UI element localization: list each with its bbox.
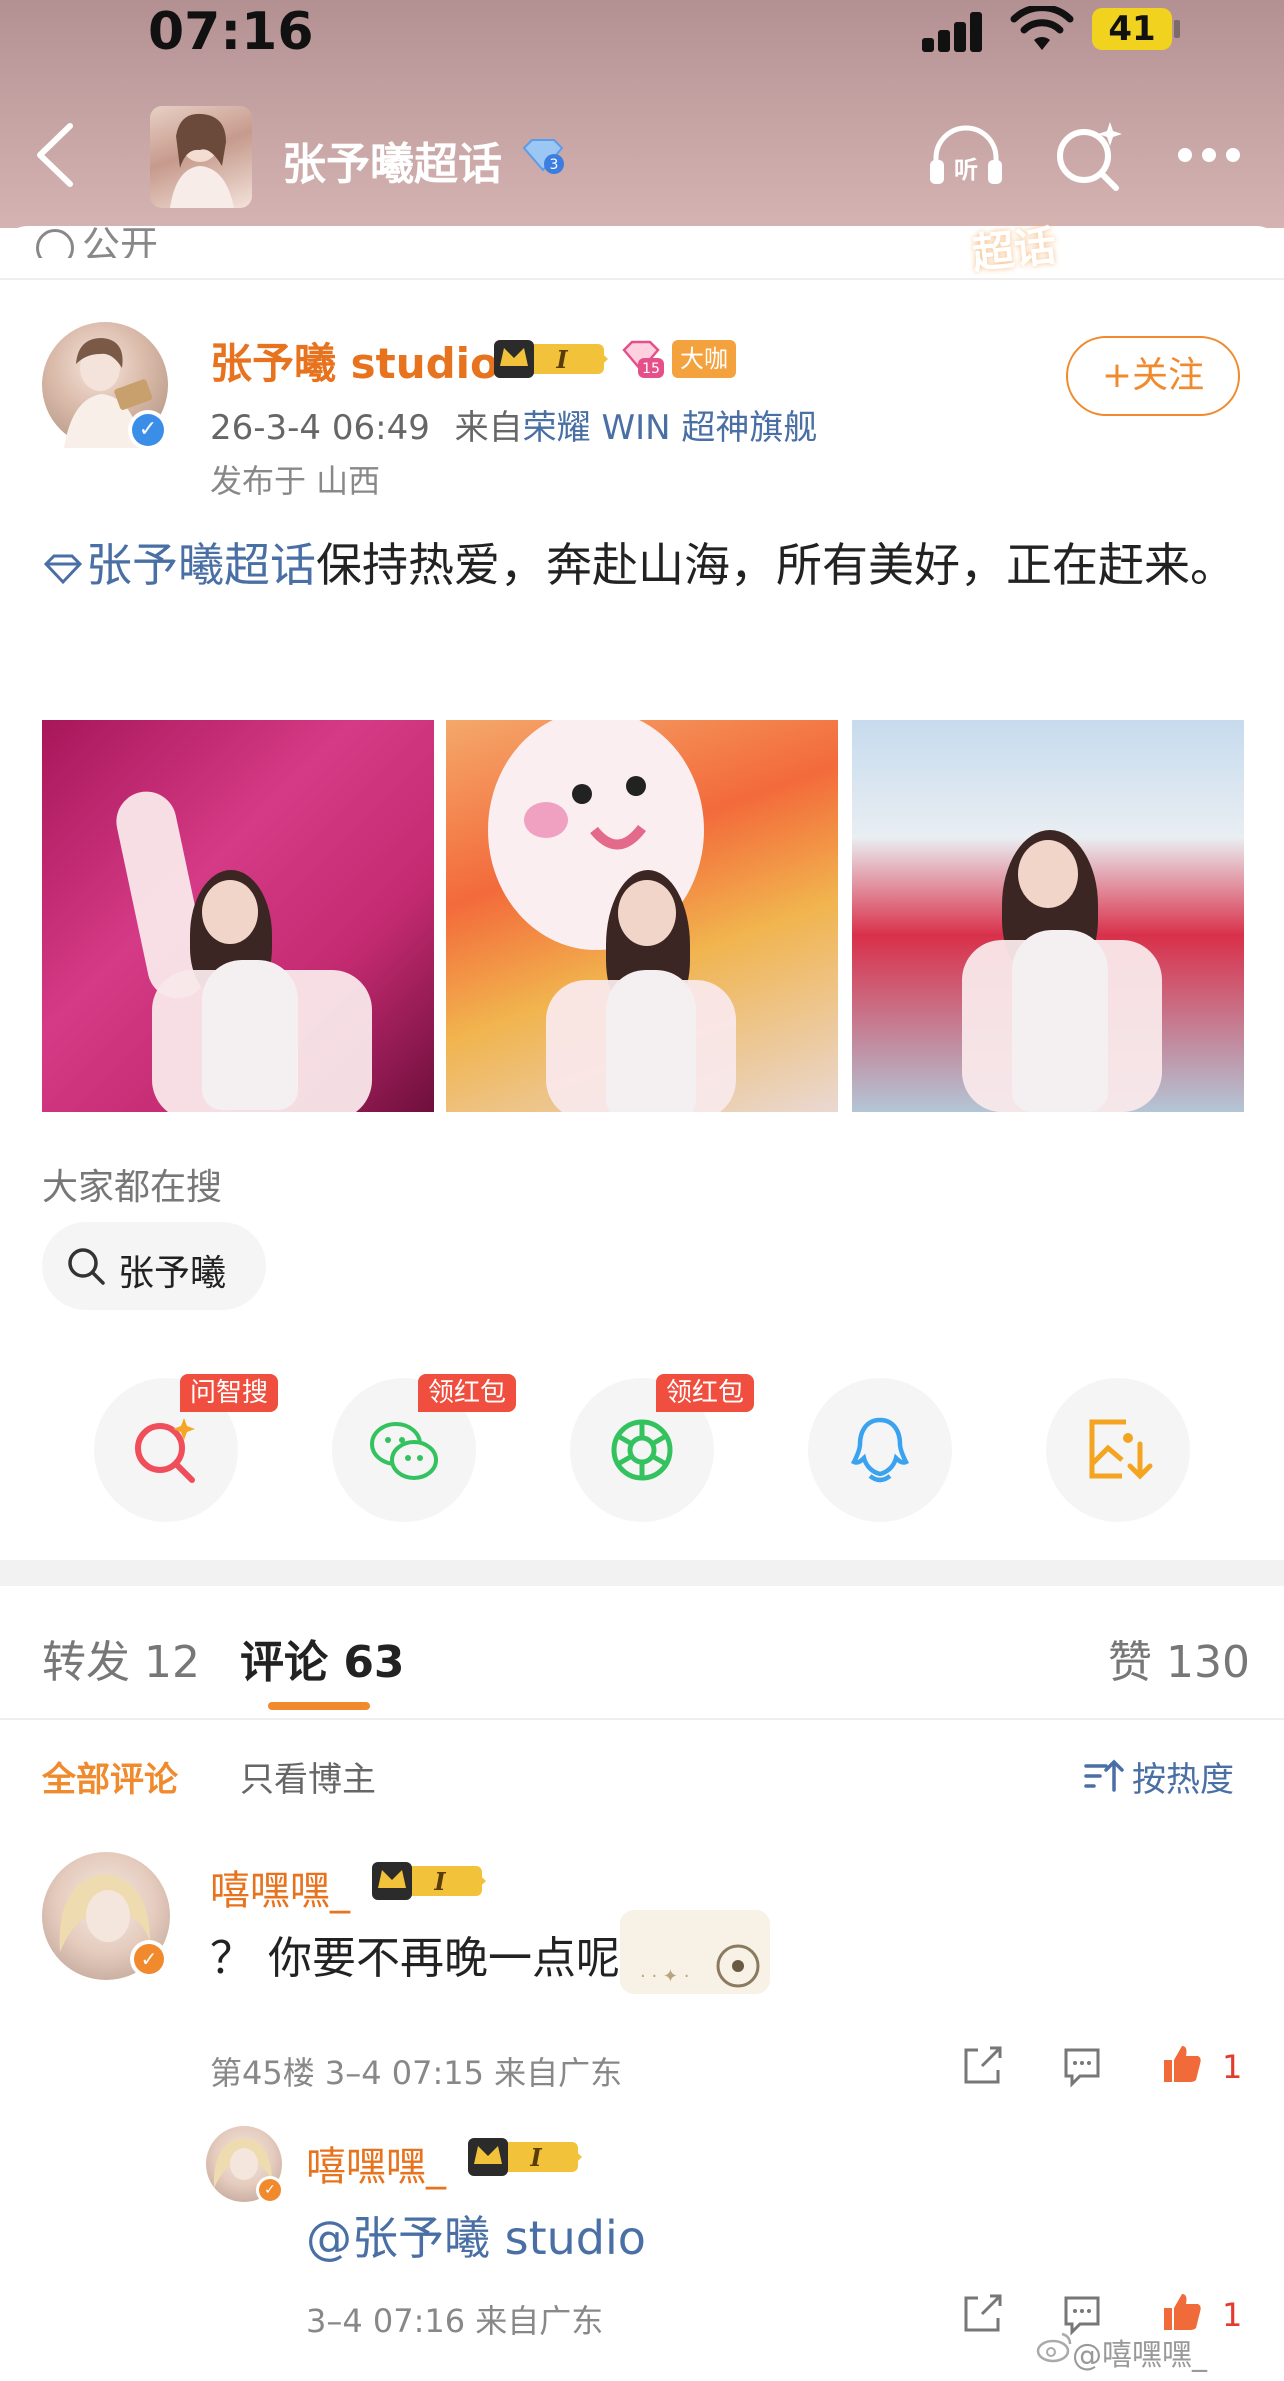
reply-text[interactable]: @张予曦 studio: [306, 2202, 646, 2268]
comment-meta: 第45楼 3–4 07:15 来自广东: [210, 2054, 623, 2092]
share-tag: 问智搜: [180, 1374, 279, 1412]
reply-meta: 3–4 07:16 来自广东: [306, 2302, 604, 2340]
ai-search-icon: [135, 1418, 195, 1483]
sort-icon[interactable]: [1082, 1756, 1124, 1796]
search-chip-label: 张予曦: [118, 1253, 227, 1294]
section-separator: [0, 1560, 1284, 1586]
verified-badge: ✓: [128, 410, 168, 450]
post-meta: 26-3-4 06:49 来自荣耀 WIN 超神旗舰: [210, 400, 817, 449]
moments-icon: [611, 1419, 673, 1481]
wifi-icon: [1010, 6, 1074, 50]
battery-tip: [1174, 20, 1180, 38]
commenter-name[interactable]: 嘻嘿嘿_: [210, 1858, 350, 1916]
svg-text:3: 3: [550, 157, 559, 173]
top-bar: 07:16 41 张予曦超话 3 听: [0, 0, 1284, 228]
crown-level-text: I: [433, 1867, 446, 1896]
share-icon[interactable]: [960, 2292, 1004, 2336]
tab-comment[interactable]: 评论 63: [240, 1626, 405, 1690]
topic-link[interactable]: 张予曦超话: [86, 538, 316, 592]
big-shot-badge: 大咖: [672, 340, 736, 378]
visibility-row: 公开: [36, 214, 158, 258]
globe-icon: [36, 228, 74, 258]
member-level-text: 15: [642, 361, 660, 377]
sort-label[interactable]: 按热度: [1132, 1752, 1234, 1801]
filter-owner-only[interactable]: 只看博主: [240, 1752, 376, 1801]
diamond-topic-icon: [43, 554, 83, 584]
battery-indicator: 41: [1092, 8, 1172, 50]
visibility-label: 公开: [82, 223, 159, 258]
like-icon[interactable]: [1160, 2290, 1204, 2334]
post-location: 发布于 山西: [210, 462, 381, 500]
tab-like[interactable]: 赞 130: [1108, 1626, 1250, 1690]
search-icon[interactable]: [1054, 118, 1124, 192]
svg-text:· · ✦ ·: · · ✦ ·: [640, 1966, 689, 1987]
diamond-level-icon: 3: [522, 139, 564, 174]
post-time: 26-3-4 06:49: [210, 408, 430, 448]
post-device[interactable]: 荣耀 WIN 超神旗舰: [523, 408, 818, 448]
share-qq-button[interactable]: [808, 1378, 952, 1522]
filter-all-comments[interactable]: 全部评论: [42, 1752, 178, 1801]
post-text: 保持热爱，奔赴山海，所有美好，正在赶来。: [316, 538, 1236, 592]
save-image-button[interactable]: [1046, 1378, 1190, 1522]
post-body: 张予曦超话保持热爱，奔赴山海，所有美好，正在赶来。: [42, 530, 1242, 600]
search-chip[interactable]: 张予曦: [42, 1222, 266, 1310]
like-count: 1: [1222, 2048, 1243, 2086]
status-time: 07:16: [148, 2, 314, 62]
crown-level-badge: I: [468, 2138, 582, 2176]
save-image-icon: [1089, 1419, 1153, 1480]
comment-text: ？ 你要不再晚一点呢？: [210, 1933, 664, 1984]
divider: [0, 278, 1284, 280]
post-image-3[interactable]: [852, 720, 1244, 1112]
post-image-1[interactable]: [42, 720, 434, 1112]
member-level-icon: 15: [622, 340, 664, 378]
crown-level-badge: I: [494, 340, 608, 378]
search-icon: [68, 1248, 105, 1285]
tab-repost[interactable]: 转发 12: [42, 1626, 200, 1690]
orange-verified-badge: ✓: [130, 1940, 168, 1978]
author-name[interactable]: 张予曦 studio: [210, 330, 499, 391]
like-count: 1: [1222, 2296, 1243, 2334]
share-icon[interactable]: [960, 2044, 1004, 2088]
crown-level-text: I: [529, 2143, 542, 2172]
reply-user-name[interactable]: 嘻嘿嘿_: [306, 2134, 446, 2192]
divider: [0, 1718, 1284, 1720]
image-watermark: @嘻嘿嘿_: [1072, 2338, 1207, 2373]
back-icon[interactable]: [30, 120, 80, 190]
crown-level-badge: I: [372, 1862, 486, 1900]
like-icon[interactable]: [1160, 2042, 1204, 2086]
comment-icon[interactable]: [1060, 2044, 1104, 2088]
listen-label: 听: [954, 156, 978, 184]
post-from-prefix: 来自: [454, 408, 523, 448]
wechat-icon: [370, 1422, 438, 1480]
qq-icon: [850, 1417, 910, 1483]
forum-title: 张予曦超话: [282, 139, 502, 190]
weibo-logo-icon: [1036, 2332, 1072, 2363]
follow-button[interactable]: +关注: [1066, 336, 1240, 416]
more-icon[interactable]: [1178, 148, 1242, 164]
orange-verified-badge: ✓: [256, 2176, 284, 2204]
listen-icon[interactable]: 听: [926, 120, 1006, 192]
share-tag: 领红包: [656, 1374, 755, 1412]
signal-icon: [922, 12, 986, 52]
active-tab-indicator: [268, 1702, 370, 1710]
forum-avatar[interactable]: [150, 106, 252, 208]
comment-sticker-decoration: · · ✦ ·: [620, 1910, 770, 1994]
crown-level-text: I: [555, 345, 568, 374]
trending-search-label: 大家都在搜: [42, 1167, 223, 1208]
post-image-2[interactable]: [446, 720, 838, 1112]
share-tag: 领红包: [418, 1374, 517, 1412]
